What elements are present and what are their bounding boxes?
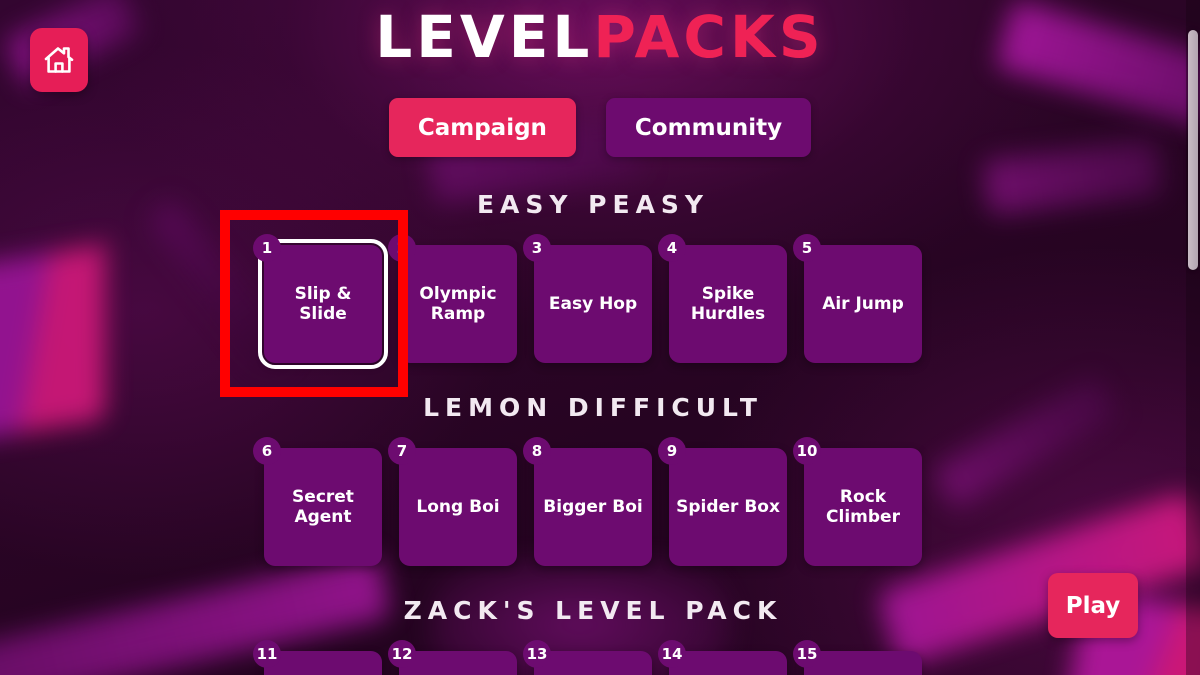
level-number-badge: 2	[388, 234, 416, 262]
level-tile-12[interactable]: 12	[388, 640, 517, 675]
level-tile-label: Secret Agent	[292, 486, 354, 527]
level-row: 11 12 13 14 15	[0, 640, 1186, 675]
level-tile-15[interactable]: 15	[793, 640, 922, 675]
level-tile-label: Long Boi	[416, 496, 500, 517]
level-number-badge: 4	[658, 234, 686, 262]
level-number-badge: 8	[523, 437, 551, 465]
level-tile-label: Easy Hop	[548, 293, 638, 314]
section-zacks-level-pack: ZACK'S LEVEL PACK 11 12 13 14 15	[0, 596, 1186, 675]
level-tile-1[interactable]: 1 Slip & Slide	[253, 234, 388, 369]
level-tile-label: Olympic Ramp	[419, 283, 497, 324]
level-number-badge: 6	[253, 437, 281, 465]
level-tile-4[interactable]: 4 Spike Hurdles	[658, 234, 787, 363]
level-pack-list: EASY PEASY 1 Slip & Slide 2 Olympic Ramp…	[0, 190, 1186, 675]
level-tile-14[interactable]: 14	[658, 640, 787, 675]
level-tile-5[interactable]: 5 Air Jump	[793, 234, 922, 363]
tab-campaign[interactable]: Campaign	[388, 98, 576, 157]
tab-bar: Campaign Community	[0, 98, 1200, 157]
level-tile-label: Air Jump	[822, 293, 904, 314]
tab-community-label: Community	[634, 114, 783, 141]
section-title: LEMON DIFFICULT	[423, 393, 763, 422]
level-tile-9[interactable]: 9 Spider Box	[658, 437, 787, 566]
level-row: 6 Secret Agent 7 Long Boi 8 Bigger Boi 9…	[0, 437, 1186, 566]
level-row: 1 Slip & Slide 2 Olympic Ramp 3 Easy Hop…	[0, 234, 1186, 369]
section-lemon-difficult: LEMON DIFFICULT 6 Secret Agent 7 Long Bo…	[0, 393, 1186, 566]
section-title: ZACK'S LEVEL PACK	[403, 596, 783, 625]
section-easy-peasy: EASY PEASY 1 Slip & Slide 2 Olympic Ramp…	[0, 190, 1186, 369]
level-number-badge: 9	[658, 437, 686, 465]
play-button[interactable]: Play	[1048, 573, 1138, 638]
level-tile-7[interactable]: 7 Long Boi	[388, 437, 517, 566]
title-level: LEVEL	[375, 3, 594, 71]
level-tile-3[interactable]: 3 Easy Hop	[523, 234, 652, 363]
level-number-badge: 13	[523, 640, 551, 668]
level-tile-10[interactable]: 10 Rock Climber	[793, 437, 922, 566]
title-packs: PACKS	[593, 3, 825, 71]
tab-community[interactable]: Community	[605, 98, 812, 157]
section-title: EASY PEASY	[476, 190, 710, 219]
page-title: LEVELPACKS	[0, 3, 1200, 71]
level-tile-label: Bigger Boi	[543, 496, 643, 517]
level-number-badge: 15	[793, 640, 821, 668]
level-tile-label: Spider Box	[676, 496, 780, 517]
level-tile-label: Rock Climber	[826, 486, 900, 527]
play-button-label: Play	[1065, 592, 1121, 619]
level-number-badge: 10	[793, 437, 821, 465]
level-tile-11[interactable]: 11	[253, 640, 382, 675]
level-number-badge: 5	[793, 234, 821, 262]
level-tile-13[interactable]: 13	[523, 640, 652, 675]
level-tile-6[interactable]: 6 Secret Agent	[253, 437, 382, 566]
level-tile-8[interactable]: 8 Bigger Boi	[523, 437, 652, 566]
level-number-badge: 11	[253, 640, 281, 668]
level-tile-label: Slip & Slide	[294, 283, 352, 324]
level-number-badge: 14	[658, 640, 686, 668]
level-number-badge: 12	[388, 640, 416, 668]
level-number-badge: 7	[388, 437, 416, 465]
level-tile-label: Spike Hurdles	[690, 283, 766, 324]
level-tile-2[interactable]: 2 Olympic Ramp	[388, 234, 517, 363]
tab-campaign-label: Campaign	[417, 114, 547, 141]
level-number-badge: 1	[253, 234, 281, 262]
level-number-badge: 3	[523, 234, 551, 262]
